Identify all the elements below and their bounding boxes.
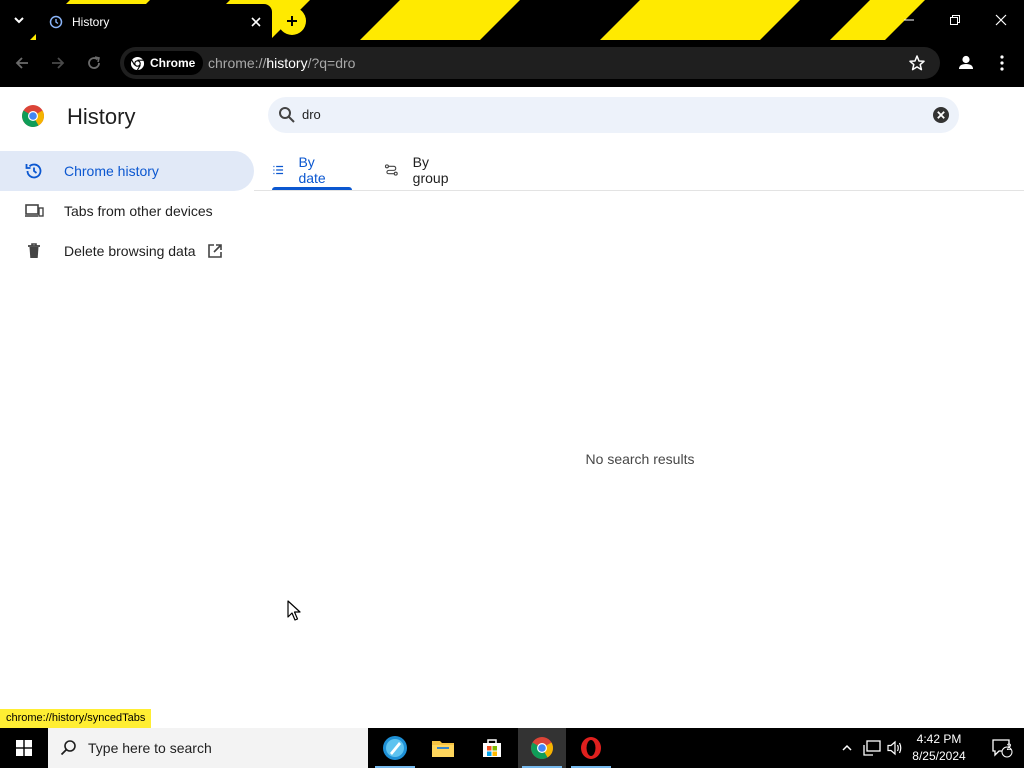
show-hidden-icons-button[interactable] bbox=[836, 728, 858, 768]
sidebar-item-tabs-from-other-devices[interactable]: Tabs from other devices bbox=[0, 191, 254, 231]
close-tab-button[interactable] bbox=[246, 12, 266, 32]
close-window-button[interactable] bbox=[978, 0, 1024, 40]
taskbar-search-box[interactable]: Type here to search bbox=[48, 728, 368, 768]
tab-label: By group bbox=[412, 154, 449, 186]
restore-icon bbox=[950, 15, 960, 25]
minimize-icon bbox=[904, 19, 914, 21]
url-path: /?q=dro bbox=[307, 55, 356, 71]
volume-tray-button[interactable] bbox=[884, 728, 906, 768]
more-vertical-icon bbox=[1000, 55, 1004, 71]
url-text[interactable]: chrome://history/?q=dro bbox=[208, 55, 355, 71]
notification-count: 2 bbox=[1006, 742, 1012, 752]
sidebar-item-label: Chrome history bbox=[64, 163, 159, 179]
tab-by-group[interactable]: By group bbox=[384, 149, 454, 191]
reload-button[interactable] bbox=[81, 50, 107, 76]
chrome-icon bbox=[130, 56, 145, 71]
action-center-button[interactable]: 2 bbox=[980, 728, 1024, 768]
start-button[interactable] bbox=[0, 728, 48, 768]
profile-icon[interactable] bbox=[955, 52, 977, 74]
list-icon bbox=[273, 165, 284, 175]
restore-button[interactable] bbox=[932, 0, 978, 40]
sidebar-item-chrome-history[interactable]: Chrome history bbox=[0, 151, 254, 191]
history-page: History Chrome history Tabs from other d… bbox=[0, 87, 1024, 728]
clear-search-icon[interactable] bbox=[932, 106, 950, 124]
bookmark-star-icon[interactable] bbox=[908, 54, 926, 72]
clock-time: 4:42 PM bbox=[916, 732, 962, 746]
volume-icon bbox=[887, 740, 902, 756]
tab-search-button[interactable] bbox=[6, 8, 32, 32]
search-icon bbox=[60, 740, 76, 756]
tabs-divider bbox=[254, 190, 1024, 191]
taskbar-microsoft-store[interactable] bbox=[468, 728, 516, 768]
trash-icon bbox=[24, 241, 44, 261]
browser-menu-button[interactable] bbox=[992, 52, 1012, 74]
tab-label: By date bbox=[298, 154, 326, 186]
mouse-pointer-icon bbox=[287, 600, 301, 621]
taskbar-file-explorer[interactable] bbox=[419, 728, 467, 768]
network-icon bbox=[863, 740, 881, 756]
app-launcher-icon bbox=[383, 736, 407, 760]
taskbar-opera[interactable] bbox=[567, 728, 615, 768]
external-link-icon bbox=[207, 244, 222, 258]
sidebar-item-label: Tabs from other devices bbox=[64, 203, 213, 219]
empty-state-message: No search results bbox=[585, 451, 695, 467]
forward-button[interactable] bbox=[45, 50, 71, 76]
arrow-right-icon bbox=[52, 57, 65, 69]
taskbar-app-launcher[interactable] bbox=[371, 728, 419, 768]
new-tab-button[interactable] bbox=[278, 7, 306, 35]
history-search-box[interactable] bbox=[268, 97, 959, 133]
opera-icon bbox=[581, 737, 601, 759]
devices-icon bbox=[24, 201, 44, 221]
microsoft-store-icon bbox=[483, 739, 501, 757]
back-button[interactable] bbox=[9, 50, 35, 76]
chevron-up-icon bbox=[842, 744, 852, 751]
search-input[interactable] bbox=[302, 107, 902, 122]
site-info-chip[interactable]: Chrome bbox=[124, 51, 204, 75]
sidebar-item-delete-browsing-data[interactable]: Delete browsing data bbox=[0, 231, 254, 271]
plus-icon bbox=[287, 16, 297, 26]
close-icon bbox=[251, 17, 261, 27]
chrome-icon bbox=[531, 737, 553, 759]
address-bar[interactable]: Chrome chrome://history/?q=dro bbox=[120, 47, 940, 79]
arrow-left-icon bbox=[15, 57, 28, 69]
network-tray-button[interactable] bbox=[860, 728, 884, 768]
chevron-down-icon bbox=[14, 17, 24, 24]
journeys-icon bbox=[384, 164, 398, 176]
tab-by-date[interactable]: By date bbox=[272, 149, 352, 191]
browser-tab[interactable]: History bbox=[36, 4, 272, 40]
page-title: History bbox=[67, 104, 136, 129]
taskbar-clock[interactable]: 4:42 PM 8/25/2024 bbox=[905, 731, 973, 765]
browser-toolbar: Chrome chrome://history/?q=dro bbox=[0, 40, 1024, 87]
windows-logo-icon bbox=[16, 740, 32, 756]
history-icon bbox=[48, 14, 64, 30]
minimize-button[interactable] bbox=[886, 0, 932, 40]
url-scheme: chrome:// bbox=[208, 55, 267, 71]
history-icon bbox=[24, 161, 44, 181]
taskbar-chrome[interactable] bbox=[518, 728, 566, 768]
tab-title: History bbox=[72, 15, 110, 29]
clock-date: 8/25/2024 bbox=[912, 749, 966, 763]
title-bar: History bbox=[0, 0, 1024, 40]
chip-label: Chrome bbox=[150, 56, 196, 70]
status-bubble: chrome://history/syncedTabs bbox=[0, 709, 152, 728]
sidebar-item-label: Delete browsing data bbox=[64, 243, 196, 259]
file-explorer-icon bbox=[432, 741, 454, 757]
windows-taskbar: Type here to search 4:42 PM 8/25/2024 2 bbox=[0, 728, 1024, 768]
reload-icon bbox=[88, 56, 100, 69]
taskbar-search-placeholder: Type here to search bbox=[88, 740, 212, 756]
url-host: history bbox=[266, 55, 308, 71]
chrome-logo-icon bbox=[22, 105, 44, 127]
search-icon bbox=[279, 107, 295, 123]
close-icon bbox=[995, 14, 1007, 26]
